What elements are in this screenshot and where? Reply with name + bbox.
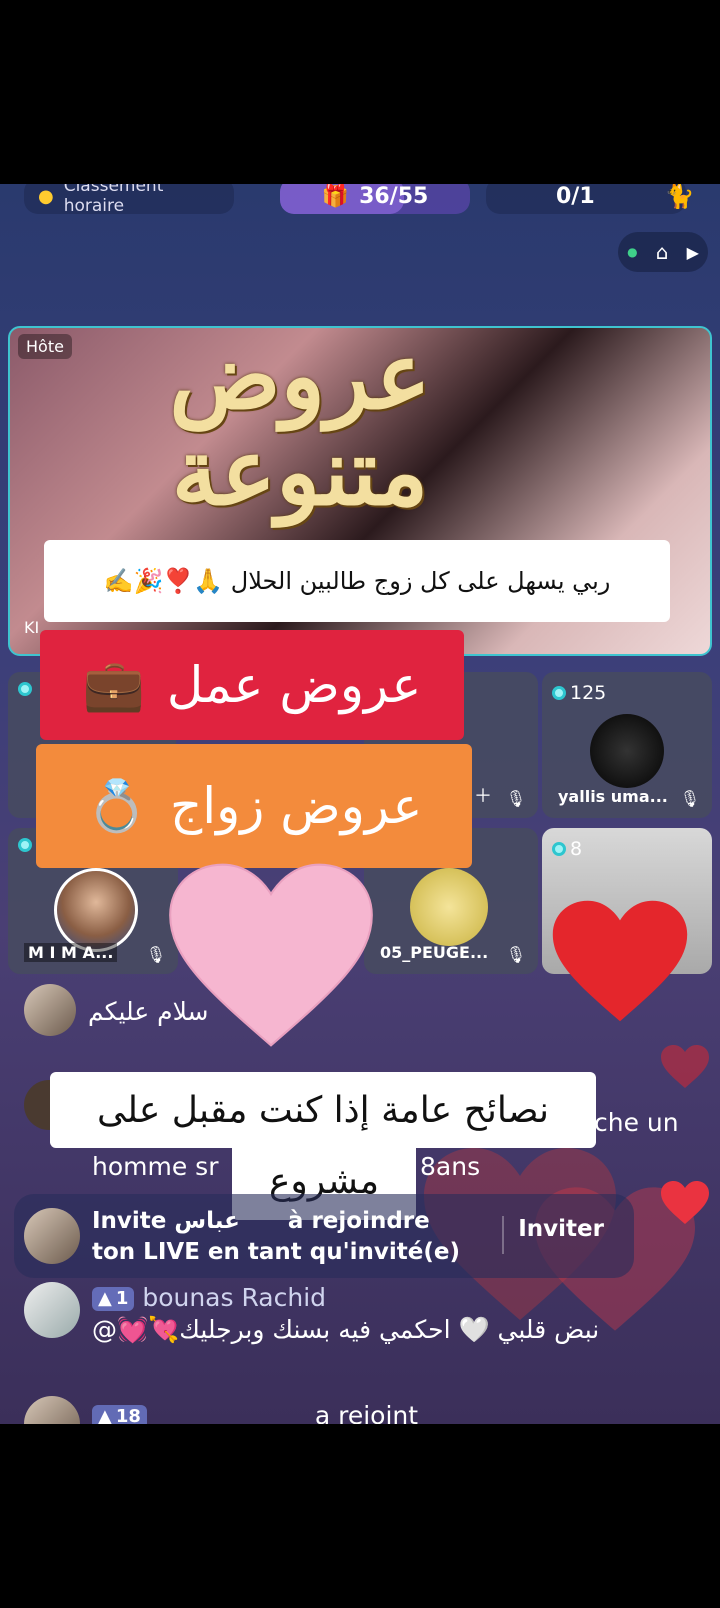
- ring-icon: 💍: [85, 776, 148, 835]
- trophy-icon: ●: [38, 185, 54, 207]
- mic-off-icon: 🎙: [505, 789, 526, 808]
- prayer-caption: ربي يسهل على كل زوج طالبين الحلال 🙏❣️🎉✍️: [44, 540, 670, 622]
- invite-name: عباس: [174, 1208, 240, 1234]
- job-offers-text: عروض عمل: [166, 656, 422, 714]
- level-badge: ▲ 1: [92, 1287, 135, 1311]
- chat-text: سلام عليكم: [88, 997, 209, 1026]
- guest-score: 8: [570, 838, 583, 860]
- guest-name: 05_PEUGE...: [380, 943, 489, 962]
- chat-body: ▲ 18 a rejoint: [92, 1400, 418, 1424]
- chat-text: نبض قلبي 🤍 احكمي فيه بسنك وبرجليك💘💓@: [92, 1315, 600, 1344]
- guest-avatar: [590, 714, 664, 788]
- diamond-icon: [18, 838, 32, 852]
- host-banner-line2: متنوعة: [171, 418, 429, 526]
- goal-progress-pill[interactable]: 🎁 36/55: [280, 184, 470, 214]
- mic-off-icon: 🎙: [505, 945, 526, 964]
- chat-text: homme sr: [92, 1152, 219, 1181]
- invite-text-a: Invite: [92, 1208, 167, 1234]
- guest-score: 125: [570, 682, 607, 704]
- level-number: 1: [115, 1288, 129, 1309]
- diamond-icon: [18, 682, 32, 696]
- progress-text: 36/55: [359, 184, 429, 209]
- invite-text: Invite عباس à rejoindre ton LIVE en tant…: [92, 1206, 460, 1268]
- dot-indicator-icon: ●: [627, 245, 638, 259]
- invite-text-b: à rejoindre: [287, 1208, 430, 1234]
- diamond-icon: [552, 842, 566, 856]
- guest-name: yallis uma...: [558, 787, 668, 806]
- red-heart-icon: [552, 900, 688, 1022]
- guest-avatar: [410, 868, 488, 946]
- chat-message: سلام عليكم: [24, 984, 208, 1036]
- marriage-offers-text: عروض زواج: [169, 777, 423, 835]
- chat-text: a rejoint: [314, 1401, 419, 1424]
- chat-avatar: [24, 1282, 80, 1338]
- chat-avatar: [24, 1208, 80, 1264]
- job-offers-banner: عروض عمل 💼: [40, 630, 464, 740]
- cat-avatar-icon: 🐈: [664, 184, 695, 210]
- invite-card: Invite عباس à rejoindre ton LIVE en tant…: [14, 1194, 634, 1278]
- divider: [502, 1216, 504, 1254]
- chat-text: 8ans: [420, 1152, 481, 1181]
- heart-icon: [661, 1181, 709, 1224]
- live-room-screen: ● Classement horaire 🎁 36/55 0/1 🐈 ● ⌂ ▶…: [0, 184, 720, 1424]
- mic-off-icon: 🎙: [679, 789, 700, 808]
- chat-avatar: [24, 984, 76, 1036]
- host-banner-line1: عروض: [169, 326, 431, 430]
- chat-message: ▲ 1 bounas Rachid نبض قلبي 🤍 احكمي فيه بس…: [24, 1282, 599, 1346]
- chat-avatar: [24, 1396, 80, 1424]
- chat-username[interactable]: bounas Rachid: [142, 1283, 326, 1312]
- host-banner-title: عروض متنوعة: [110, 328, 490, 520]
- level-arrow-icon: ▲: [98, 1288, 112, 1309]
- ranking-label: Classement horaire: [63, 184, 164, 216]
- host-name-fragment: KI: [24, 618, 40, 637]
- invite-button[interactable]: Inviter: [518, 1216, 604, 1242]
- plus-icon[interactable]: ＋: [474, 782, 492, 808]
- guest-tile-3[interactable]: 125 yallis uma... 🎙: [542, 672, 712, 818]
- level-arrow-icon: ▲: [98, 1406, 112, 1424]
- briefcase-icon: 💼: [82, 655, 145, 714]
- heart-icon: [661, 1045, 709, 1088]
- chat-text: che un: [594, 1108, 679, 1137]
- gift-icon: 🎁: [321, 184, 350, 209]
- chat-body: ▲ 1 bounas Rachid نبض قلبي 🤍 احكمي فيه بس…: [92, 1282, 599, 1346]
- guest-avatar: [54, 868, 138, 952]
- invite-text-c: ton LIVE en tant qu'invité(e): [92, 1239, 461, 1265]
- play-icon[interactable]: ▶: [687, 243, 699, 262]
- guest-count: 0/1: [556, 184, 595, 209]
- mic-off-icon: 🎙: [145, 945, 166, 964]
- hourly-ranking-pill[interactable]: ● Classement horaire: [24, 184, 234, 216]
- advice-caption-line1: نصائح عامة إذا كنت مقبل على: [50, 1072, 596, 1148]
- host-label: Hôte: [18, 334, 72, 359]
- level-number: 18: [115, 1406, 141, 1424]
- home-icon[interactable]: ⌂: [656, 240, 669, 264]
- guest-name: M I M A...: [24, 943, 118, 962]
- marriage-offers-banner: عروض زواج 💍: [36, 744, 472, 868]
- diamond-icon: [552, 686, 566, 700]
- room-controls: ● ⌂ ▶: [618, 232, 708, 272]
- chat-message: ▲ 18 a rejoint: [24, 1396, 418, 1424]
- guest-count-pill[interactable]: 0/1 🐈: [486, 184, 695, 214]
- level-badge: ▲ 18: [92, 1405, 147, 1424]
